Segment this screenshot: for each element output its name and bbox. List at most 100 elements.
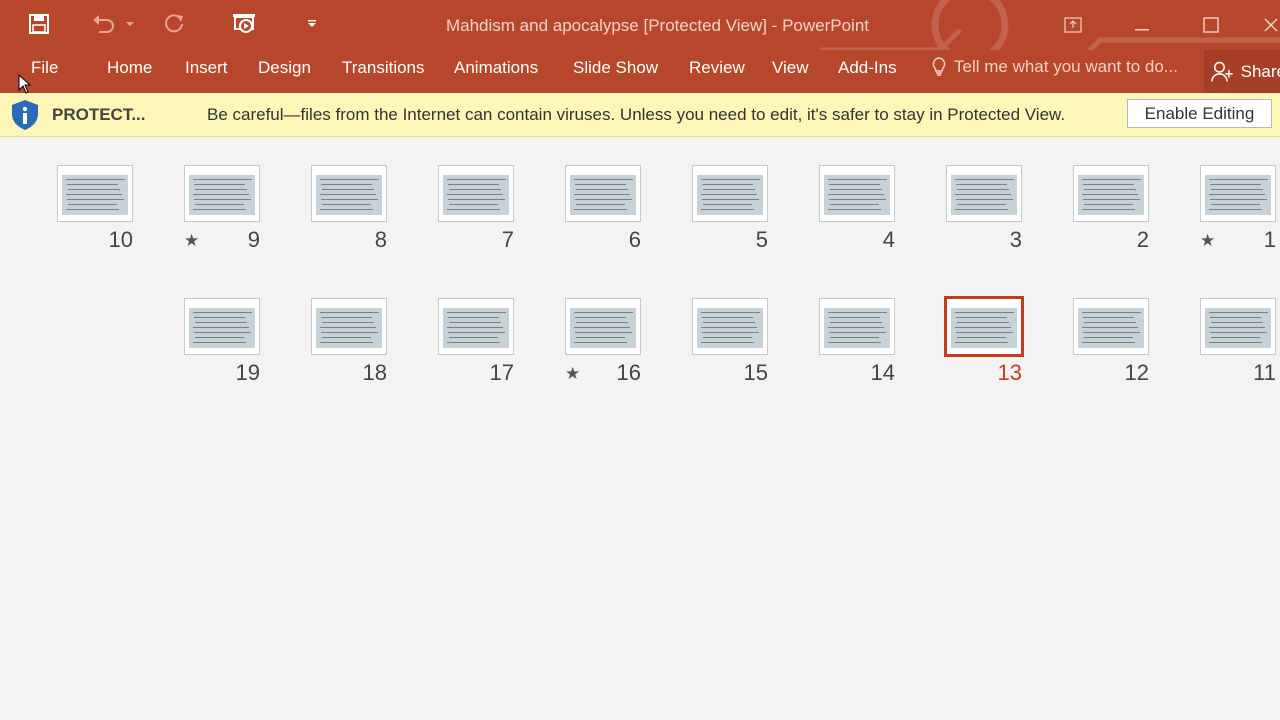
slide-preview[interactable] xyxy=(1200,298,1276,355)
tab-home[interactable]: Home xyxy=(107,58,152,78)
slide-preview[interactable] xyxy=(57,165,133,222)
tab-animations[interactable]: Animations xyxy=(454,58,538,78)
slide-preview[interactable] xyxy=(311,165,387,222)
slide-thumbnail[interactable]: 19 xyxy=(184,298,260,385)
slide-number: 9 xyxy=(247,227,260,252)
slide-thumbnail[interactable]: 10 xyxy=(57,165,133,252)
slide-text-line xyxy=(195,337,244,338)
slide-text-line xyxy=(703,322,755,323)
slide-text-line xyxy=(321,184,372,185)
slide-text-line xyxy=(320,209,373,210)
slide-preview[interactable] xyxy=(1073,165,1149,222)
slide-thumbnail[interactable]: 11 xyxy=(1200,298,1276,385)
slide-number: 1 xyxy=(1263,227,1276,252)
tab-add-ins[interactable]: Add-Ins xyxy=(838,58,897,78)
slide-thumbnail[interactable]: 3 xyxy=(946,165,1022,252)
slide-thumbnail[interactable]: 17 xyxy=(438,298,514,385)
slide-thumbnail[interactable]: 13 xyxy=(944,296,1024,385)
slide-text-line xyxy=(702,317,753,318)
tab-review[interactable]: Review xyxy=(689,58,745,78)
maximize-icon[interactable] xyxy=(1196,12,1226,38)
slide-preview[interactable] xyxy=(438,165,514,222)
slide-text-line xyxy=(702,184,753,185)
slide-thumbnail[interactable]: 2 xyxy=(1073,165,1149,252)
transition-star-icon[interactable]: ★ xyxy=(565,364,580,384)
slide-text-line xyxy=(1209,342,1262,343)
slide-text-line xyxy=(574,312,633,313)
slide-preview[interactable] xyxy=(944,296,1024,357)
slide-thumbnail[interactable]: 14 xyxy=(819,298,895,385)
slide-text-line xyxy=(193,209,246,210)
tab-view[interactable]: View xyxy=(772,58,809,78)
slide-text-line xyxy=(193,342,246,343)
share-label: Share xyxy=(1240,61,1280,81)
slide-number: 7 xyxy=(501,227,514,252)
slide-thumbnail[interactable]: 6 xyxy=(565,165,641,252)
person-add-icon xyxy=(1211,61,1233,82)
slide-text-line xyxy=(701,312,760,313)
slide-thumbnail[interactable]: ★ 9 xyxy=(184,165,260,252)
slide-text-line xyxy=(1082,194,1138,195)
slide-preview[interactable] xyxy=(184,298,260,355)
slide-text-line xyxy=(828,179,887,180)
slide-text-line xyxy=(1083,317,1134,318)
slide-content-area xyxy=(824,308,890,348)
slide-preview[interactable] xyxy=(692,298,768,355)
slide-text-line xyxy=(448,317,499,318)
slide-number: 3 xyxy=(1009,227,1022,252)
slide-thumbnail[interactable]: 4 xyxy=(819,165,895,252)
tab-slide-show[interactable]: Slide Show xyxy=(573,58,658,78)
slide-thumbnail[interactable]: 5 xyxy=(692,165,768,252)
close-icon[interactable] xyxy=(1262,12,1280,38)
slide-text-line xyxy=(830,204,879,205)
slide-content-area xyxy=(697,175,763,215)
slide-thumbnail[interactable]: 7 xyxy=(438,165,514,252)
slide-preview[interactable] xyxy=(1073,298,1149,355)
transition-star-icon[interactable]: ★ xyxy=(184,231,199,251)
slide-preview[interactable] xyxy=(565,298,641,355)
slide-sorter: 10 ★ 9 8 7 6 5 4 3 2 ★ 1 19 18 17 ★ 16 15 14 13 12 11 xyxy=(0,137,1280,720)
slide-text-line xyxy=(957,189,1009,190)
slide-preview[interactable] xyxy=(819,165,895,222)
slide-thumbnail[interactable]: 18 xyxy=(311,298,387,385)
share-button[interactable]: Share xyxy=(1204,50,1280,93)
slide-thumbnail[interactable]: ★ 1 xyxy=(1200,165,1276,252)
slide-thumbnail[interactable]: ★ 16 xyxy=(565,298,641,385)
slide-text-line xyxy=(448,184,499,185)
ribbon-display-options-icon[interactable] xyxy=(1058,12,1088,38)
slide-text-line xyxy=(1210,199,1267,200)
slide-text-line xyxy=(1082,312,1141,313)
slide-preview[interactable] xyxy=(819,298,895,355)
tab-design[interactable]: Design xyxy=(258,58,311,78)
slide-text-line xyxy=(829,317,880,318)
slide-text-line xyxy=(955,179,1014,180)
slide-thumbnail[interactable]: 8 xyxy=(311,165,387,252)
tab-file[interactable]: File xyxy=(31,58,58,78)
slide-content-area xyxy=(570,175,636,215)
slide-number: 13 xyxy=(997,360,1022,385)
slide-preview[interactable] xyxy=(311,298,387,355)
tell-me-box[interactable]: Tell me what you want to do... xyxy=(930,56,1178,78)
slide-preview[interactable] xyxy=(1200,165,1276,222)
slide-preview[interactable] xyxy=(565,165,641,222)
slide-text-line xyxy=(322,322,374,323)
slide-preview[interactable] xyxy=(438,298,514,355)
tab-insert[interactable]: Insert xyxy=(185,58,228,78)
enable-editing-button[interactable]: Enable Editing xyxy=(1127,99,1272,128)
slide-content-area xyxy=(570,308,636,348)
transition-star-icon[interactable]: ★ xyxy=(1200,231,1215,251)
slide-preview[interactable] xyxy=(692,165,768,222)
slide-number: 5 xyxy=(755,227,768,252)
slide-preview[interactable] xyxy=(184,165,260,222)
minimize-icon[interactable] xyxy=(1126,12,1156,38)
slide-text-line xyxy=(830,337,879,338)
slide-text-line xyxy=(68,189,120,190)
slide-thumbnail[interactable]: 12 xyxy=(1073,298,1149,385)
protected-label: PROTECT... xyxy=(52,105,146,124)
slide-number: 8 xyxy=(374,227,387,252)
slide-thumbnail[interactable]: 15 xyxy=(692,298,768,385)
slide-preview[interactable] xyxy=(946,165,1022,222)
slide-text-line xyxy=(955,312,1014,313)
slide-text-line xyxy=(448,199,505,200)
tab-transitions[interactable]: Transitions xyxy=(342,58,425,78)
